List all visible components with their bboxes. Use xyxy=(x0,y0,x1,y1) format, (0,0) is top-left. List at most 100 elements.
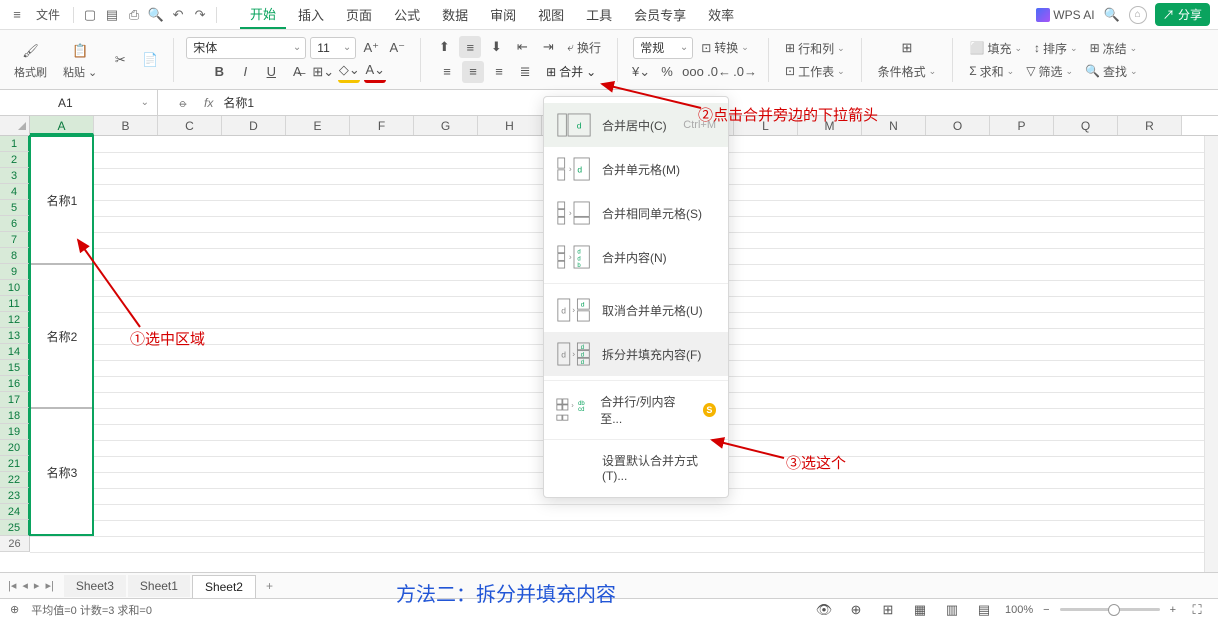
tab-vip[interactable]: 会员专享 xyxy=(624,1,696,28)
sort-button[interactable]: ↕ 排序 ⌄ xyxy=(1030,38,1082,59)
row-header-11[interactable]: 11 xyxy=(0,296,30,312)
font-color-icon[interactable]: A⌄ xyxy=(364,61,386,83)
sum-button[interactable]: Σ 求和 ⌄ xyxy=(965,61,1018,82)
row-header-4[interactable]: 4 xyxy=(0,184,30,200)
strike-icon[interactable]: A̶ xyxy=(286,61,308,83)
justify-icon[interactable]: ≣ xyxy=(514,61,536,83)
new-icon[interactable]: ▢ xyxy=(81,6,99,24)
row-header-10[interactable]: 10 xyxy=(0,280,30,296)
tab-page[interactable]: 页面 xyxy=(336,1,382,28)
rowcol-button[interactable]: ⊞ 行和列 ⌄ xyxy=(781,38,849,59)
eye-icon[interactable]: 👁 xyxy=(813,599,835,621)
preview-icon[interactable]: 🔍 xyxy=(147,6,165,24)
wps-ai-button[interactable]: WPS AI xyxy=(1036,8,1094,22)
row-header-3[interactable]: 3 xyxy=(0,168,30,184)
cut-icon[interactable]: ✂ xyxy=(109,49,131,71)
col-header-Q[interactable]: Q xyxy=(1054,116,1118,135)
app-menu-icon[interactable]: ≡ xyxy=(8,6,26,24)
row-header-15[interactable]: 15 xyxy=(0,360,30,376)
filter-button[interactable]: ▽ 筛选 ⌄ xyxy=(1022,61,1077,82)
number-format-select[interactable]: 常规 xyxy=(633,37,693,59)
merge-to-item[interactable]: ›dbcd 合并行/列内容至... S xyxy=(544,385,728,435)
align-center-icon[interactable]: ≡ xyxy=(462,61,484,83)
worksheet-button[interactable]: ⊡ 工作表 ⌄ xyxy=(781,61,849,82)
freeze-button[interactable]: ⊞ 冻结 ⌄ xyxy=(1086,38,1142,59)
row-header-14[interactable]: 14 xyxy=(0,344,30,360)
row-header-19[interactable]: 19 xyxy=(0,424,30,440)
row-header-5[interactable]: 5 xyxy=(0,200,30,216)
font-name-select[interactable]: 宋体 xyxy=(186,37,306,59)
font-size-select[interactable]: 11 xyxy=(310,37,356,59)
tab-data[interactable]: 数据 xyxy=(432,1,478,28)
font-shrink-icon[interactable]: A⁻ xyxy=(386,37,408,59)
split-fill-item[interactable]: d›ddd 拆分并填充内容(F) xyxy=(544,332,728,376)
view-page-icon[interactable]: ▥ xyxy=(941,599,963,621)
row-header-22[interactable]: 22 xyxy=(0,472,30,488)
row-header-8[interactable]: 8 xyxy=(0,248,30,264)
file-menu[interactable]: 文件 xyxy=(30,3,66,26)
row-header-23[interactable]: 23 xyxy=(0,488,30,504)
tab-home[interactable]: 开始 xyxy=(240,0,286,29)
tab-formula[interactable]: 公式 xyxy=(384,1,430,28)
align-left-icon[interactable]: ≡ xyxy=(436,61,458,83)
save-icon[interactable]: ▤ xyxy=(103,6,121,24)
col-header-R[interactable]: R xyxy=(1118,116,1182,135)
col-header-H[interactable]: H xyxy=(478,116,542,135)
row-header-6[interactable]: 6 xyxy=(0,216,30,232)
col-header-L[interactable]: L xyxy=(734,116,798,135)
merge-content-item[interactable]: ›ddb 合并内容(N) xyxy=(544,235,728,279)
select-all-corner[interactable] xyxy=(0,116,30,135)
tab-tools[interactable]: 工具 xyxy=(576,1,622,28)
align-bottom-icon[interactable]: ⬇ xyxy=(485,36,507,58)
paste-button[interactable]: 📋 粘贴 ⌄ xyxy=(59,38,101,82)
row-header-21[interactable]: 21 xyxy=(0,456,30,472)
col-header-F[interactable]: F xyxy=(350,116,414,135)
zoom-out-button[interactable]: − xyxy=(1043,604,1049,616)
align-middle-icon[interactable]: ≡ xyxy=(459,36,481,58)
merge-cells-button[interactable]: ⊞ 合并 ⌄ xyxy=(540,60,602,83)
name-box[interactable]: A1 xyxy=(0,90,158,115)
row-header-7[interactable]: 7 xyxy=(0,232,30,248)
tab-efficiency[interactable]: 效率 xyxy=(698,1,744,28)
view-normal-icon[interactable]: ▦ xyxy=(909,599,931,621)
undo-icon[interactable]: ↶ xyxy=(169,6,187,24)
merged-cell[interactable]: 名称2 xyxy=(30,264,94,408)
focus-icon[interactable]: ⊕ xyxy=(845,599,867,621)
merge-cells-item[interactable]: ›d 合并单元格(M) xyxy=(544,147,728,191)
comma-icon[interactable]: ooo xyxy=(682,61,704,83)
merge-same-item[interactable]: › 合并相同单元格(S) xyxy=(544,191,728,235)
table-style-icon[interactable]: ⊞ xyxy=(896,37,918,59)
row-header-13[interactable]: 13 xyxy=(0,328,30,344)
indent-right-icon[interactable]: ⇥ xyxy=(537,36,559,58)
search-icon[interactable]: 🔍 xyxy=(1103,6,1121,24)
row-header-18[interactable]: 18 xyxy=(0,408,30,424)
align-right-icon[interactable]: ≡ xyxy=(488,61,510,83)
row-header-9[interactable]: 9 xyxy=(0,264,30,280)
fullscreen-icon[interactable]: ⛶ xyxy=(1186,599,1208,621)
cond-format-button[interactable]: 条件格式 ⌄ xyxy=(874,61,941,82)
col-header-G[interactable]: G xyxy=(414,116,478,135)
sheet-tab-0[interactable]: Sheet3 xyxy=(64,575,126,597)
sheet-nav[interactable]: |◂◂▸▸| xyxy=(8,579,54,592)
row-header-2[interactable]: 2 xyxy=(0,152,30,168)
col-header-C[interactable]: C xyxy=(158,116,222,135)
format-painter-button[interactable]: 🖌 格式刷 xyxy=(10,38,51,82)
col-header-M[interactable]: M xyxy=(798,116,862,135)
redo-icon[interactable]: ↷ xyxy=(191,6,209,24)
convert-button[interactable]: ⊡ 转换 ⌄ xyxy=(697,37,753,58)
italic-icon[interactable]: I xyxy=(234,61,256,83)
unmerge-item[interactable]: d›d 取消合并单元格(U) xyxy=(544,288,728,332)
align-top-icon[interactable]: ⬆ xyxy=(433,36,455,58)
col-header-D[interactable]: D xyxy=(222,116,286,135)
add-sheet-button[interactable]: + xyxy=(258,575,281,597)
zoom-slider[interactable] xyxy=(1060,608,1160,611)
view-break-icon[interactable]: ▤ xyxy=(973,599,995,621)
row-header-26[interactable]: 26 xyxy=(0,536,30,552)
col-header-B[interactable]: B xyxy=(94,116,158,135)
row-header-24[interactable]: 24 xyxy=(0,504,30,520)
find-button[interactable]: 🔍 查找 ⌄ xyxy=(1081,61,1142,82)
vertical-scrollbar[interactable] xyxy=(1204,136,1218,572)
row-header-20[interactable]: 20 xyxy=(0,440,30,456)
merged-cell[interactable]: 名称3 xyxy=(30,408,94,536)
tab-review[interactable]: 审阅 xyxy=(480,1,526,28)
